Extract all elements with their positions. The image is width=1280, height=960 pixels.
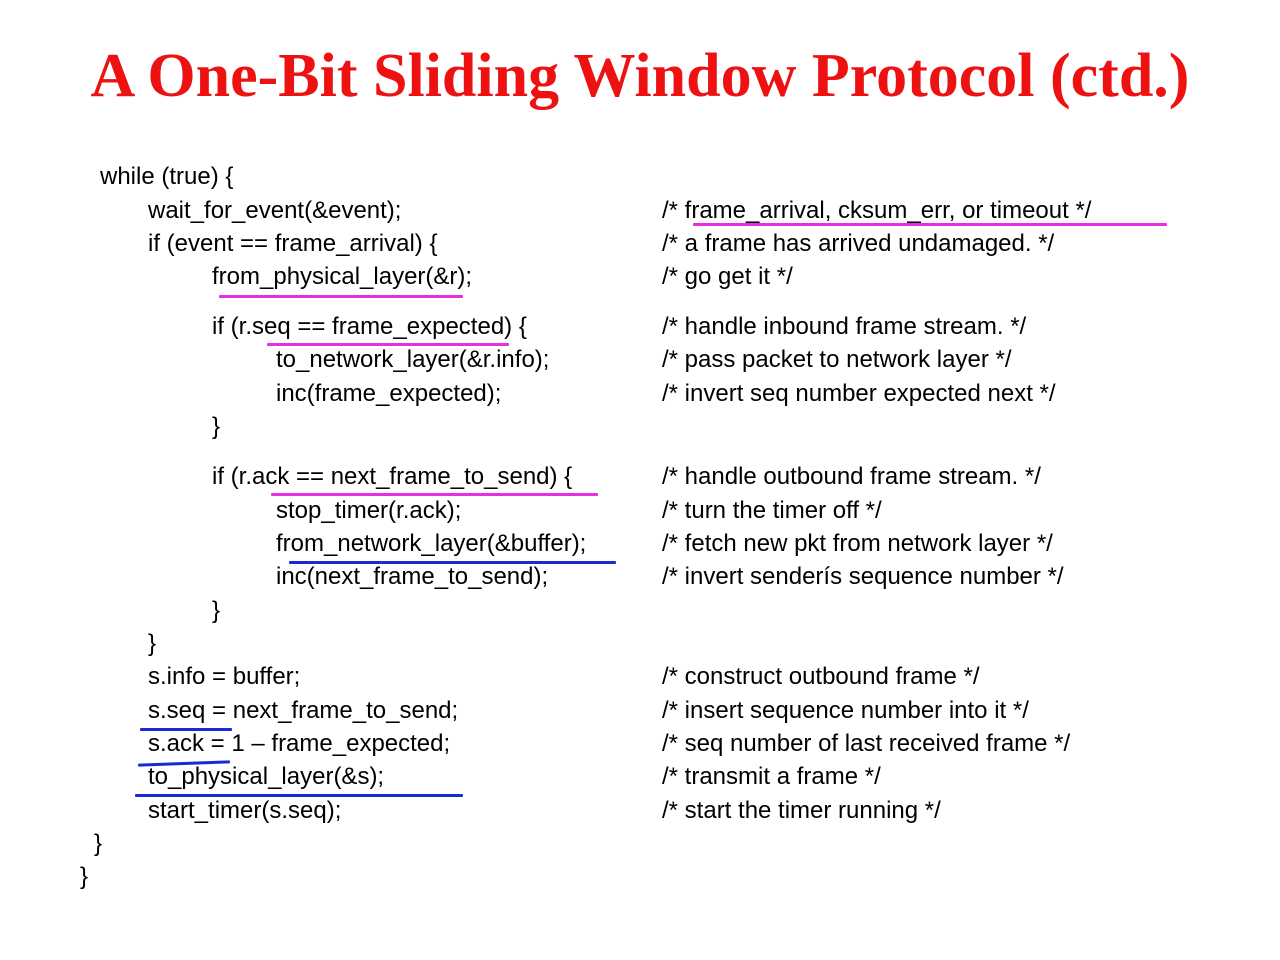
code-line: } <box>212 597 221 624</box>
code-line: stop_timer(r.ack); <box>276 497 462 524</box>
code-comment: /* turn the timer off */ <box>662 497 882 524</box>
code-comment: /* transmit a frame */ <box>662 763 881 790</box>
code-line: s.ack = 1 – frame_expected; <box>148 730 451 757</box>
highlight-underline <box>219 295 463 298</box>
highlight-underline <box>267 343 509 346</box>
slide: A One-Bit Sliding Window Protocol (ctd.)… <box>0 0 1280 960</box>
highlight-underline <box>135 794 463 797</box>
code-comment: /* pass packet to network layer */ <box>662 346 1012 373</box>
code-line: } <box>148 630 157 657</box>
code-line: inc(next_frame_to_send); <box>276 563 549 590</box>
code-comment: /* handle inbound frame stream. */ <box>662 313 1027 340</box>
code-line: s.seq = next_frame_to_send; <box>148 697 459 724</box>
code-line: start_timer(s.seq); <box>148 797 342 824</box>
code-line: } <box>94 830 103 857</box>
code-line: if (r.ack == next_frame_to_send) { <box>212 463 573 490</box>
code-comment: /* frame_arrival, cksum_err, or timeout … <box>662 197 1092 224</box>
code-comment: /* a frame has arrived undamaged. */ <box>662 230 1055 257</box>
code-comment: /* invert senderís sequence number */ <box>662 563 1064 590</box>
code-comment: /* seq number of last received frame */ <box>662 730 1071 757</box>
slide-title: A One-Bit Sliding Window Protocol (ctd.) <box>90 42 1190 110</box>
code-line: if (r.seq == frame_expected) { <box>212 313 527 340</box>
highlight-underline <box>693 223 1167 226</box>
code-line: from_network_layer(&buffer); <box>276 530 587 557</box>
code-comment: /* invert seq number expected next */ <box>662 380 1056 407</box>
highlight-underline <box>271 493 598 496</box>
code-line: s.info = buffer; <box>148 663 301 690</box>
code-line: } <box>212 413 221 440</box>
code-line: wait_for_event(&event); <box>148 197 402 224</box>
code-comment: /* fetch new pkt from network layer */ <box>662 530 1053 557</box>
highlight-underline <box>289 561 616 564</box>
code-line: to_physical_layer(&s); <box>148 763 385 790</box>
code-line: } <box>80 863 89 890</box>
code-line: if (event == frame_arrival) { <box>148 230 438 257</box>
code-comment: /* construct outbound frame */ <box>662 663 980 690</box>
code-line: inc(frame_expected); <box>276 380 502 407</box>
code-line: while (true) { <box>100 163 234 190</box>
code-comment: /* start the timer running */ <box>662 797 941 824</box>
highlight-underline <box>140 728 232 731</box>
code-comment: /* handle outbound frame stream. */ <box>662 463 1041 490</box>
code-line: to_network_layer(&r.info); <box>276 346 550 373</box>
code-comment: /* go get it */ <box>662 263 793 290</box>
code-line: from_physical_layer(&r); <box>212 263 473 290</box>
code-comment: /* insert sequence number into it */ <box>662 697 1029 724</box>
